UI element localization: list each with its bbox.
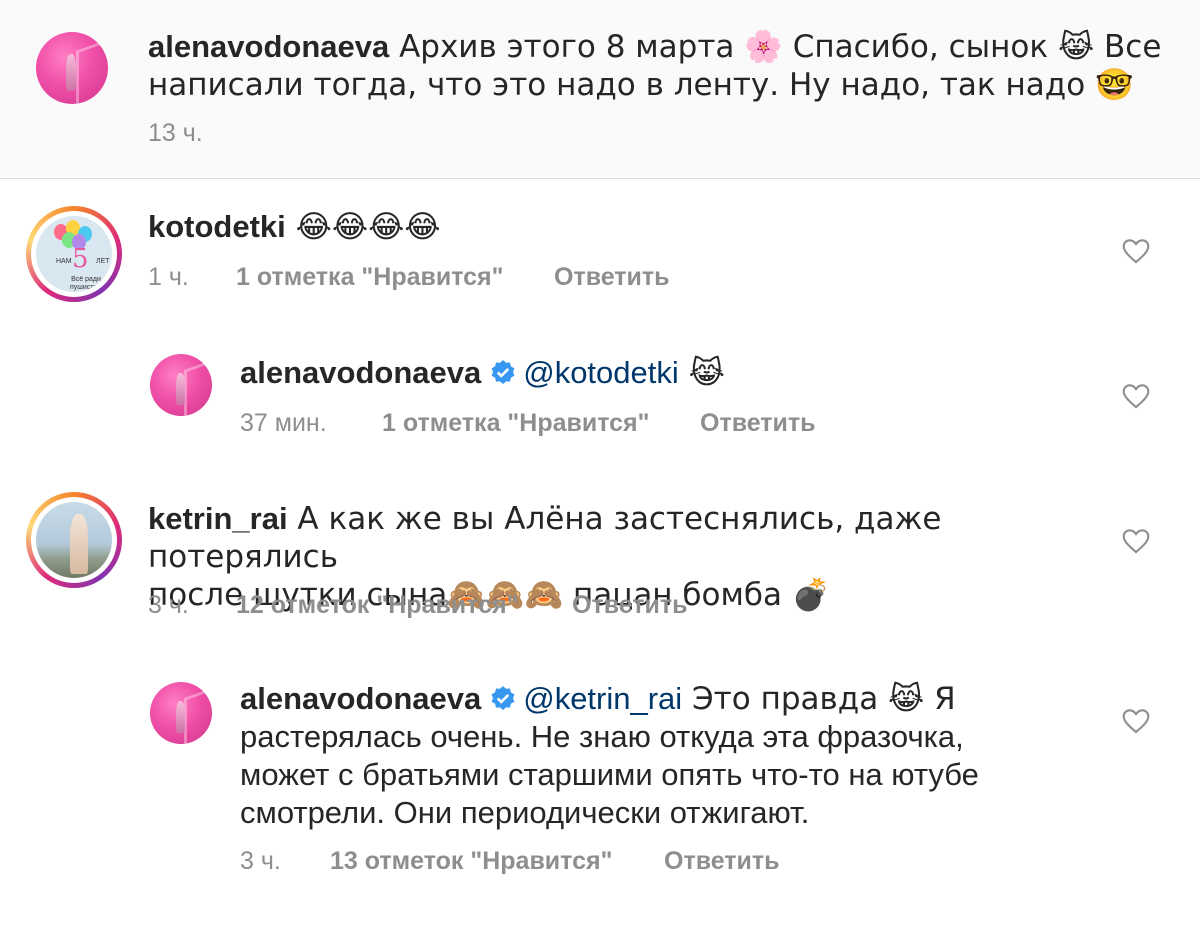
comment-meta: 3 ч. 12 отметок "Нравится" Ответить <box>148 590 848 620</box>
reply-meta: 3 ч. 13 отметок "Нравится" Ответить <box>240 846 940 876</box>
reply-button[interactable]: Ответить <box>554 262 670 292</box>
reply-username[interactable]: alenavodonaeva <box>240 355 481 390</box>
avatar-text-nam: НАМ <box>56 258 72 265</box>
reply-text: alenavodonaeva @kotodetki 😹 <box>240 354 1100 392</box>
reply-body-line3: может с братьями старшими опять что-то н… <box>240 757 979 792</box>
verified-badge-icon <box>491 686 515 710</box>
reply-time[interactable]: 37 мин. <box>240 408 327 438</box>
comment-body: 😂😂😂😂 <box>285 209 441 245</box>
avatar-text-slogan: Всё ради пушистых поп <box>69 276 103 291</box>
avatar-ketrin-rai[interactable] <box>26 492 122 588</box>
comment-meta: 1 ч. 1 отметка "Нравится" Ответить <box>148 262 848 292</box>
reply-meta: 37 мин. 1 отметка "Нравится" Ответить <box>240 408 940 438</box>
caption-time[interactable]: 13 ч. <box>148 118 203 148</box>
caption-text-line1: Архив этого 8 марта 🌸 Спасибо, сынок 😹 В… <box>389 29 1162 65</box>
reply-mention[interactable]: @kotodetki <box>523 355 679 390</box>
reply-body-line1: Это правда 😹 Я <box>682 681 956 717</box>
caption-text-line2: написали тогда, что это надо в ленту. Ну… <box>148 67 1134 103</box>
avatar-alenavodonaeva[interactable] <box>150 682 212 744</box>
comment-text: kotodetki 😂😂😂😂 <box>148 208 1048 246</box>
reply-username[interactable]: alenavodonaeva <box>240 681 481 716</box>
reply-button[interactable]: Ответить <box>664 846 780 876</box>
avatar-kotodetki[interactable]: НАМ 5 ЛЕТ Всё ради пушистых поп <box>26 206 122 302</box>
reply-body-line4: смотрели. Они периодически отжигают. <box>240 795 810 830</box>
reply-button[interactable]: Ответить <box>700 408 816 438</box>
reply-button[interactable]: Ответить <box>572 590 688 620</box>
post-caption: alenavodonaeva Архив этого 8 марта 🌸 Спа… <box>0 0 1200 179</box>
reply-likes[interactable]: 1 отметка "Нравится" <box>382 408 650 438</box>
heart-icon[interactable] <box>1122 708 1150 734</box>
avatar-alenavodonaeva[interactable] <box>36 32 108 104</box>
reply-body: 😹 <box>678 355 725 391</box>
verified-badge-icon <box>491 360 515 384</box>
comment-username[interactable]: kotodetki <box>148 209 286 244</box>
caption-text: alenavodonaeva Архив этого 8 марта 🌸 Спа… <box>148 28 1168 104</box>
caption-meta: 13 ч. <box>148 118 448 148</box>
comment-username[interactable]: ketrin_rai <box>148 501 288 536</box>
comment-time[interactable]: 3 ч. <box>148 590 189 620</box>
reply-text: alenavodonaeva @ketrin_rai Это правда 😹 Я… <box>240 680 1100 832</box>
heart-icon[interactable] <box>1122 238 1150 264</box>
reply-likes[interactable]: 13 отметок "Нравится" <box>330 846 612 876</box>
reply-mention[interactable]: @ketrin_rai <box>523 681 682 716</box>
comment-likes[interactable]: 1 отметка "Нравится" <box>236 262 504 292</box>
reply-body-line2: растерялась очень. Не знаю откуда эта фр… <box>240 719 964 754</box>
avatar-text-let: ЛЕТ <box>96 258 110 265</box>
comment-time[interactable]: 1 ч. <box>148 262 189 292</box>
heart-icon[interactable] <box>1122 528 1150 554</box>
heart-icon[interactable] <box>1122 383 1150 409</box>
reply-time[interactable]: 3 ч. <box>240 846 281 876</box>
avatar-alenavodonaeva[interactable] <box>150 354 212 416</box>
avatar-text-five: 5 <box>72 244 89 274</box>
caption-username[interactable]: alenavodonaeva <box>148 29 389 64</box>
comment-likes[interactable]: 12 отметок "Нравится" <box>236 590 518 620</box>
